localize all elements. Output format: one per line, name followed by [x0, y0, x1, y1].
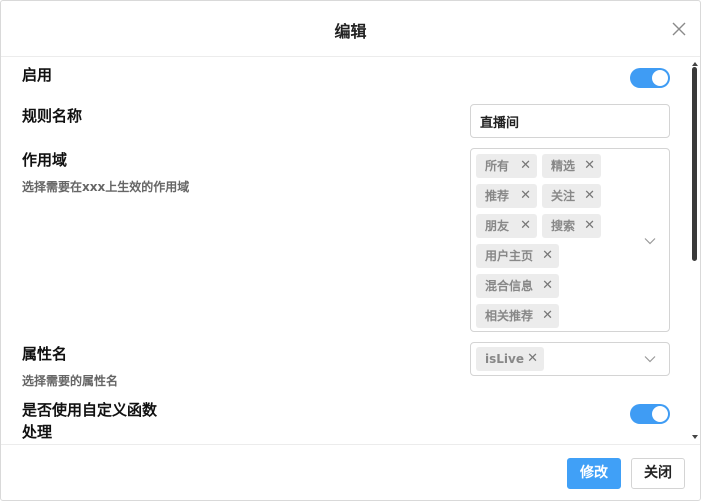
scrollbar[interactable] — [690, 62, 698, 443]
attr-name-description: 选择需要的属性名 — [22, 374, 119, 388]
scope-tag: 用户主页 ✕ — [476, 244, 559, 268]
custom-func-label: 是否使用自定义函数 — [22, 401, 158, 419]
tag-remove-icon[interactable]: ✕ — [520, 184, 531, 208]
dialog-body: 启用 规则名称 作用域 选择需要在xxx上生效的作用域 所有✕ 精选✕ 推荐✕ … — [1, 57, 700, 443]
rule-name-input[interactable] — [470, 104, 670, 138]
scroll-thumb[interactable] — [692, 67, 697, 261]
scope-tag: 关注 ✕ — [542, 184, 601, 208]
toggle-knob — [652, 406, 668, 422]
confirm-button[interactable]: 修改 — [567, 458, 621, 489]
tag-remove-icon[interactable]: ✕ — [542, 244, 553, 268]
enable-toggle[interactable] — [630, 68, 670, 88]
scroll-down-arrow-icon[interactable] — [692, 435, 698, 439]
tag-remove-icon[interactable]: ✕ — [542, 304, 553, 328]
dialog-footer: 修改 关闭 — [1, 444, 700, 500]
attr-name-label: 属性名 — [22, 345, 68, 363]
rule-name-label: 规则名称 — [22, 107, 83, 125]
edit-dialog: 编辑 启用 规则名称 作用域 选择需要在xxx上生效的作用域 所有✕ 精选✕ 推… — [0, 0, 701, 501]
tag-remove-icon[interactable]: ✕ — [520, 214, 531, 238]
toggle-knob — [652, 70, 668, 86]
scroll-up-arrow-icon[interactable] — [692, 62, 698, 66]
scope-description: 选择需要在xxx上生效的作用域 — [22, 180, 190, 194]
scope-tag: 朋友 ✕ — [476, 214, 537, 238]
tag-remove-icon[interactable]: ✕ — [520, 154, 531, 178]
scope-tag: 相关推荐 ✕ — [476, 304, 559, 328]
dialog-title: 编辑 — [334, 22, 367, 41]
custom-func-toggle[interactable] — [630, 404, 670, 424]
scope-tag: 所有 ✕ — [476, 154, 537, 178]
dialog-header: 编辑 — [1, 1, 700, 57]
enable-label: 启用 — [22, 66, 53, 84]
scope-tag: 混合信息 ✕ — [476, 274, 559, 298]
scope-tag: 精选 ✕ — [542, 154, 601, 178]
attr-tag: isLive ✕ — [476, 347, 544, 371]
close-button[interactable]: 关闭 — [631, 458, 685, 489]
scope-tag: 搜索 ✕ — [542, 214, 601, 238]
tag-remove-icon[interactable]: ✕ — [584, 154, 595, 178]
scope-multi-select[interactable]: 所有 ✕ 精选 ✕ 推荐 ✕ 关注 ✕ 朋友 ✕ 搜索 ✕ 用户主页 ✕ 混合信息 ✕ 相关推荐… — [470, 148, 670, 332]
close-icon[interactable] — [670, 20, 688, 38]
attr-name-select[interactable]: isLive ✕ — [470, 342, 670, 376]
chevron-down-icon[interactable] — [644, 355, 656, 363]
custom-func-label-line2: 处理 — [22, 423, 53, 441]
scope-label: 作用域 — [22, 151, 68, 169]
tag-remove-icon[interactable]: ✕ — [542, 274, 553, 298]
tag-remove-icon[interactable]: ✕ — [527, 347, 538, 371]
scope-tag: 推荐 ✕ — [476, 184, 537, 208]
tag-remove-icon[interactable]: ✕ — [584, 184, 595, 208]
chevron-down-icon[interactable] — [644, 237, 656, 245]
tag-remove-icon[interactable]: ✕ — [584, 214, 595, 238]
